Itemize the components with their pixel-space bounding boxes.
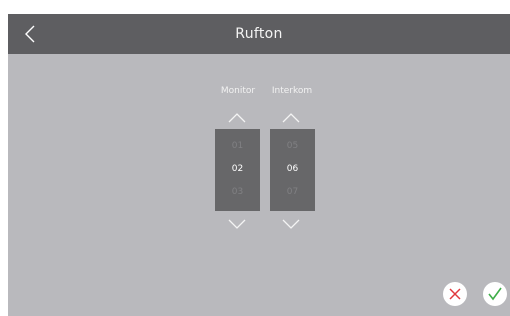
title-bar: Rufton (8, 14, 510, 54)
cancel-button[interactable] (443, 282, 467, 306)
monitor-selected-value: 02 (231, 164, 244, 174)
call-tone-screen: Rufton Monitor 01 02 03 Interkom 05 06 0… (8, 14, 510, 316)
interkom-picker[interactable]: 05 06 07 (270, 129, 315, 211)
checkmark-icon (488, 287, 502, 301)
chevron-down-icon (228, 219, 246, 229)
monitor-up-button[interactable] (224, 111, 250, 125)
interkom-label: Interkom (271, 86, 313, 96)
monitor-down-button[interactable] (224, 217, 250, 231)
chevron-down-icon (282, 219, 300, 229)
chevron-up-icon (228, 113, 246, 123)
x-icon (449, 288, 461, 300)
interkom-next-value: 07 (286, 187, 299, 197)
monitor-next-value: 03 (231, 187, 244, 197)
interkom-prev-value: 05 (286, 141, 299, 151)
interkom-up-button[interactable] (278, 111, 304, 125)
monitor-picker[interactable]: 01 02 03 (215, 129, 260, 211)
monitor-label: Monitor (220, 86, 256, 96)
chevron-up-icon (282, 113, 300, 123)
monitor-prev-value: 01 (231, 141, 244, 151)
page-title: Rufton (235, 26, 283, 42)
confirm-button[interactable] (483, 282, 507, 306)
interkom-down-button[interactable] (278, 217, 304, 231)
interkom-selected-value: 06 (286, 164, 299, 174)
